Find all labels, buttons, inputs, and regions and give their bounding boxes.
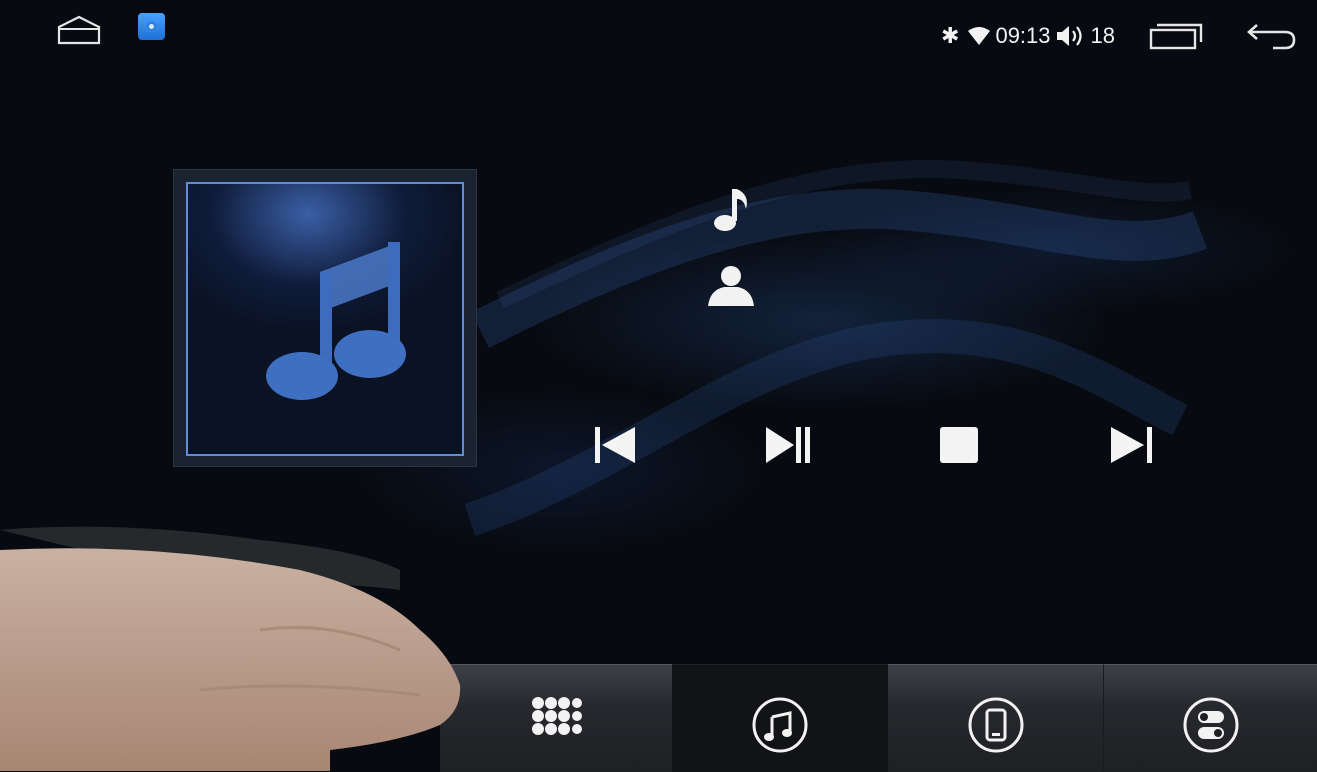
album-art-inner [186, 182, 464, 456]
bottom-nav [440, 664, 1317, 772]
back-icon[interactable] [1247, 21, 1297, 51]
settings-toggle-icon [1183, 697, 1239, 753]
tab-music[interactable] [672, 664, 888, 772]
apps-grid-icon [532, 697, 582, 735]
recents-icon[interactable] [1149, 22, 1203, 50]
next-button[interactable] [1101, 413, 1165, 477]
tab-phone[interactable] [888, 664, 1103, 772]
music-icon [752, 697, 808, 753]
clock: 09:13 [995, 23, 1051, 48]
stop-button[interactable] [927, 413, 991, 477]
volume-icon [1056, 26, 1082, 46]
bluetooth-icon: ✱ [941, 23, 960, 48]
status-bar: ✱ 09:13 18 [0, 0, 1317, 76]
wifi-icon [968, 27, 991, 45]
previous-button[interactable] [585, 413, 649, 477]
track-title-icon [714, 189, 747, 231]
status-indicators: ✱ 09:13 18 [941, 19, 1297, 53]
hand-overlay [0, 526, 461, 771]
volume-level: 18 [1090, 23, 1115, 48]
tab-settings[interactable] [1103, 664, 1317, 772]
music-note-icon [266, 242, 406, 400]
app-icon[interactable] [138, 13, 165, 40]
artist-icon [708, 266, 754, 306]
album-art [174, 170, 476, 466]
phone-icon [968, 697, 1023, 753]
home-icon[interactable] [56, 14, 102, 46]
tab-apps[interactable] [440, 664, 672, 772]
play-pause-button[interactable] [756, 413, 820, 477]
